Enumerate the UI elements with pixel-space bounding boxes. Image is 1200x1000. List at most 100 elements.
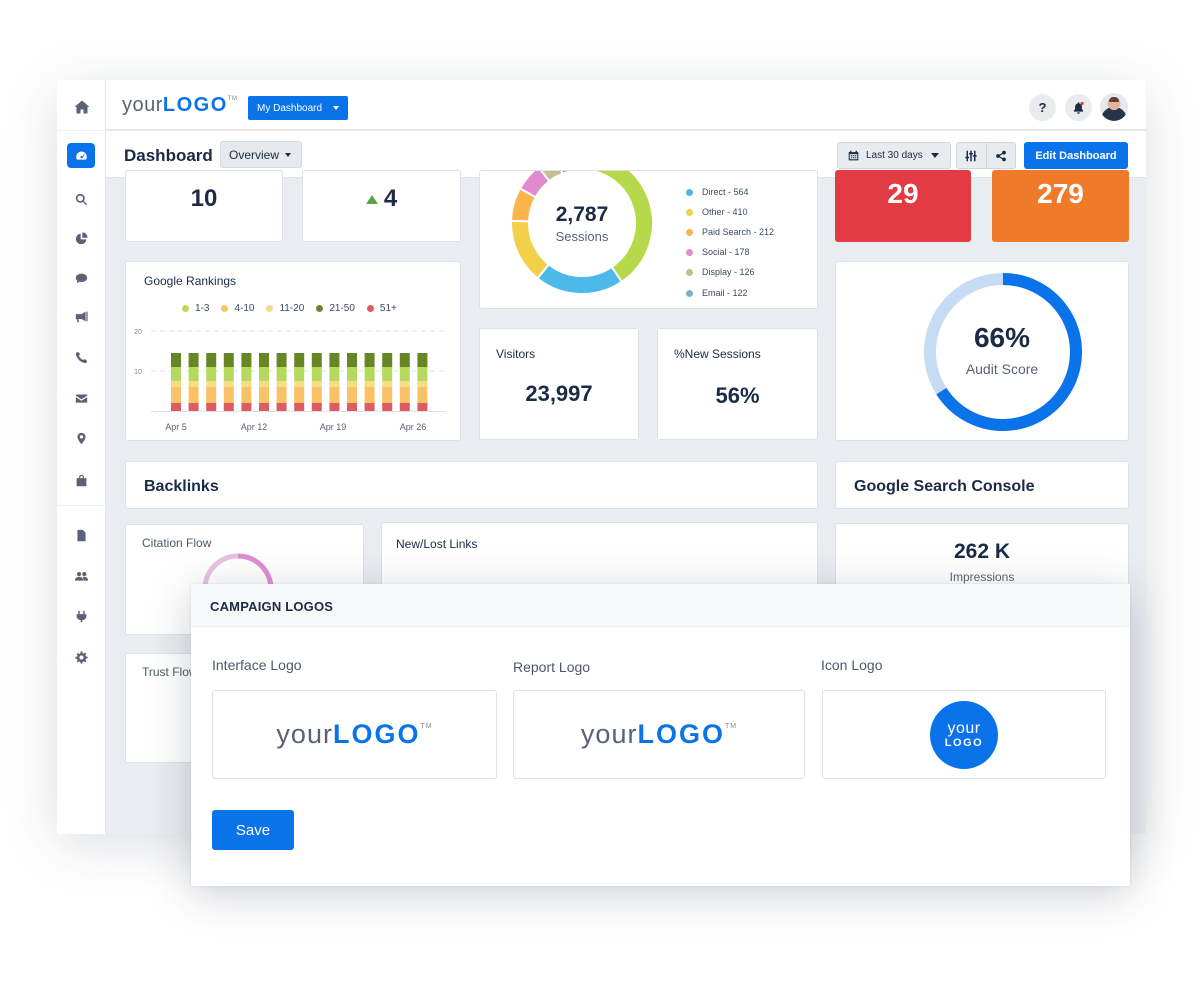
bar-segment-21-50[interactable] (259, 353, 269, 367)
bar-segment-1-3[interactable] (364, 367, 375, 381)
bar-segment-4-10[interactable] (276, 387, 287, 403)
bar-segment-1-3[interactable] (417, 367, 428, 381)
sidebar-item-dashboard[interactable] (67, 143, 95, 168)
sidebar-item-settings[interactable] (69, 645, 94, 670)
bar-segment-21-50[interactable] (382, 353, 393, 367)
bar-segment-51+[interactable] (382, 403, 393, 411)
bar-segment-4-10[interactable] (188, 387, 199, 403)
bar-segment-21-50[interactable] (399, 353, 410, 367)
bar-segment-51+[interactable] (294, 403, 305, 411)
bar-segment-4-10[interactable] (382, 387, 393, 403)
bar-segment-51+[interactable] (223, 403, 234, 411)
bar-segment-11-20[interactable] (241, 381, 252, 387)
bar-segment-21-50[interactable] (188, 353, 199, 367)
dashboard-selector-button[interactable]: My Dashboard (248, 96, 348, 120)
sidebar-item-seo[interactable] (69, 187, 94, 212)
bar-segment-11-20[interactable] (329, 381, 340, 387)
bar-segment-1-3[interactable] (329, 367, 340, 381)
notifications-button[interactable] (1065, 94, 1092, 121)
bar-segment-51+[interactable] (206, 403, 217, 411)
date-range-picker[interactable]: Last 30 days (837, 142, 951, 169)
share-button[interactable] (985, 143, 1015, 168)
sidebar-item-ppc[interactable] (69, 304, 94, 329)
bar-segment-1-3[interactable] (276, 367, 287, 381)
save-button[interactable]: Save (212, 810, 294, 850)
bar-segment-1-3[interactable] (399, 367, 410, 381)
bar-segment-4-10[interactable] (364, 387, 375, 403)
bar-segment-51+[interactable] (417, 403, 428, 411)
bar-segment-11-20[interactable] (171, 381, 181, 387)
bar-segment-4-10[interactable] (347, 387, 357, 403)
bar-segment-21-50[interactable] (311, 353, 322, 367)
donut-slice-direct[interactable] (536, 262, 624, 295)
bar-segment-51+[interactable] (171, 403, 181, 411)
bar-segment-4-10[interactable] (311, 387, 322, 403)
icon-logo-upload[interactable]: your LOGO (822, 690, 1106, 779)
bar-segment-21-50[interactable] (241, 353, 252, 367)
interface-logo-upload[interactable]: yourLOGOTM (212, 690, 497, 779)
bar-segment-11-20[interactable] (399, 381, 410, 387)
report-logo-upload[interactable]: yourLOGOTM (513, 690, 805, 779)
bar-segment-11-20[interactable] (294, 381, 305, 387)
bar-segment-51+[interactable] (276, 403, 287, 411)
bar-segment-1-3[interactable] (311, 367, 322, 381)
bar-segment-51+[interactable] (241, 403, 252, 411)
bar-segment-1-3[interactable] (241, 367, 252, 381)
bar-segment-1-3[interactable] (382, 367, 393, 381)
sidebar-item-email[interactable] (69, 386, 94, 411)
edit-dashboard-button[interactable]: Edit Dashboard (1024, 142, 1128, 169)
bar-segment-21-50[interactable] (364, 353, 375, 367)
bar-segment-1-3[interactable] (347, 367, 357, 381)
sidebar-item-calls[interactable] (69, 345, 94, 370)
bar-segment-21-50[interactable] (347, 353, 357, 367)
bar-segment-1-3[interactable] (259, 367, 269, 381)
bar-segment-11-20[interactable] (364, 381, 375, 387)
bar-segment-11-20[interactable] (276, 381, 287, 387)
bar-segment-21-50[interactable] (206, 353, 217, 367)
bar-segment-21-50[interactable] (223, 353, 234, 367)
bar-segment-51+[interactable] (259, 403, 269, 411)
filter-settings-button[interactable] (957, 143, 986, 168)
bar-segment-11-20[interactable] (206, 381, 217, 387)
sidebar-item-local[interactable] (69, 426, 94, 451)
bar-segment-4-10[interactable] (241, 387, 252, 403)
bar-segment-1-3[interactable] (171, 367, 181, 381)
bar-segment-21-50[interactable] (276, 353, 287, 367)
bar-segment-4-10[interactable] (329, 387, 340, 403)
overview-dropdown[interactable]: Overview (220, 141, 302, 168)
brand-logo[interactable]: yourLOGOTM (122, 94, 237, 117)
sidebar-item-reports[interactable] (69, 523, 94, 548)
sidebar-item-analytics[interactable] (69, 226, 94, 251)
bar-segment-21-50[interactable] (329, 353, 340, 367)
sidebar-item-users[interactable] (69, 564, 94, 589)
bar-segment-4-10[interactable] (399, 387, 410, 403)
bar-segment-11-20[interactable] (347, 381, 357, 387)
bar-segment-51+[interactable] (329, 403, 340, 411)
bar-segment-21-50[interactable] (417, 353, 428, 367)
bar-segment-21-50[interactable] (294, 353, 305, 367)
bar-segment-11-20[interactable] (259, 381, 269, 387)
sidebar-item-ecommerce[interactable] (69, 468, 94, 493)
bar-segment-1-3[interactable] (294, 367, 305, 381)
bar-segment-11-20[interactable] (223, 381, 234, 387)
sidebar-item-integrations[interactable] (69, 604, 94, 629)
bar-segment-4-10[interactable] (417, 387, 428, 403)
bar-segment-1-3[interactable] (188, 367, 199, 381)
bar-segment-51+[interactable] (188, 403, 199, 411)
bar-segment-1-3[interactable] (206, 367, 217, 381)
sidebar-item-home[interactable] (69, 94, 94, 119)
bar-segment-11-20[interactable] (188, 381, 199, 387)
bar-segment-11-20[interactable] (417, 381, 428, 387)
bar-segment-51+[interactable] (399, 403, 410, 411)
help-button[interactable]: ? (1029, 94, 1056, 121)
bar-segment-51+[interactable] (311, 403, 322, 411)
bar-segment-4-10[interactable] (206, 387, 217, 403)
bar-segment-1-3[interactable] (223, 367, 234, 381)
bar-segment-4-10[interactable] (223, 387, 234, 403)
bar-segment-21-50[interactable] (171, 353, 181, 367)
bar-segment-4-10[interactable] (259, 387, 269, 403)
user-avatar[interactable] (1100, 93, 1128, 121)
sidebar-item-social[interactable] (69, 266, 94, 291)
bar-segment-51+[interactable] (347, 403, 357, 411)
bar-segment-4-10[interactable] (171, 387, 181, 403)
